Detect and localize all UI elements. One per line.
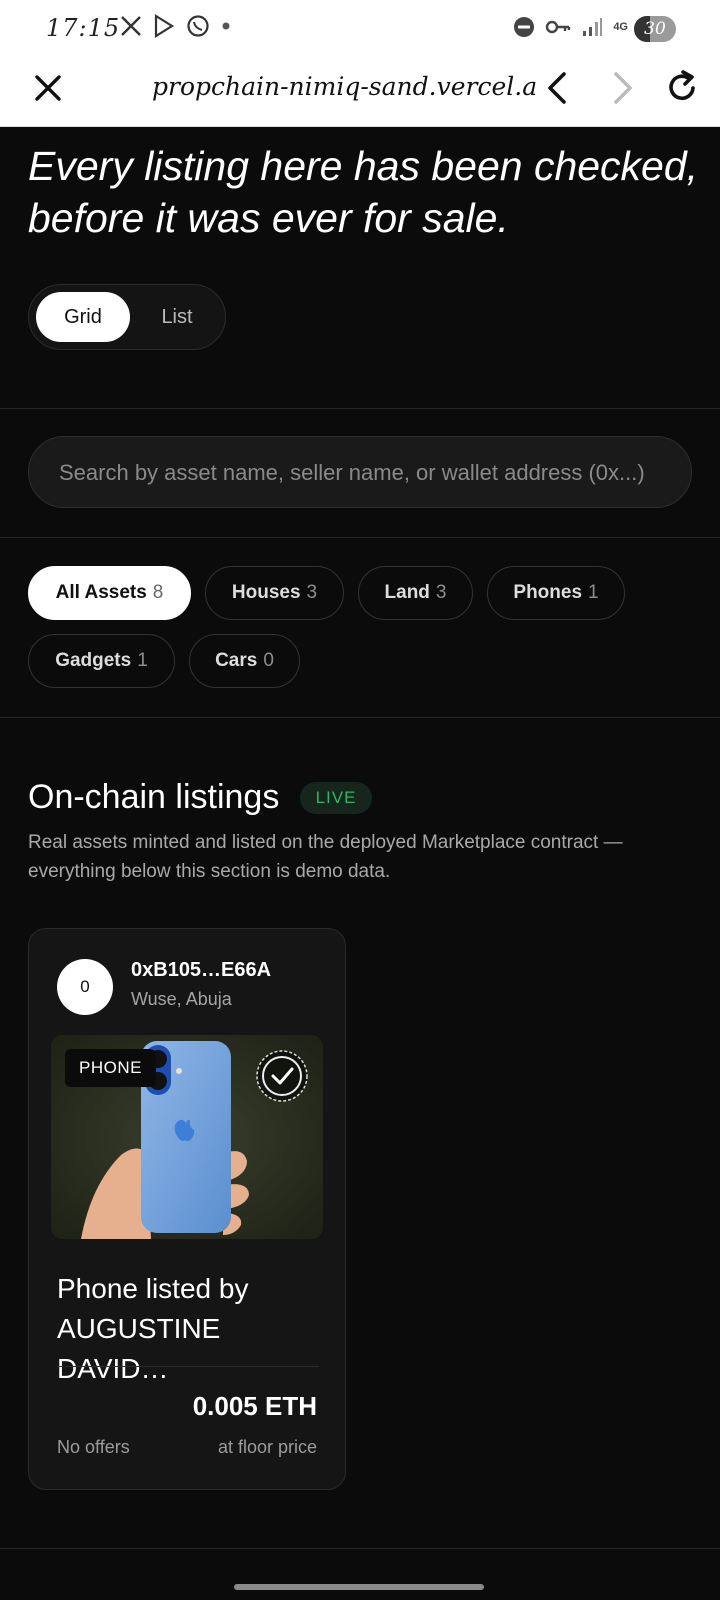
card-divider (57, 1366, 319, 1367)
offers-status: No offers (57, 1437, 130, 1457)
key-icon (546, 20, 571, 34)
listing-card[interactable]: 0 0xB105…E66A Wuse, Abuja PHONE Phone li… (28, 928, 346, 1490)
divider (0, 537, 720, 538)
chip-count: 0 (263, 650, 274, 671)
price-note: at floor price (217, 1437, 317, 1457)
hero-headline: Every listing here has been checked, bef… (28, 143, 699, 241)
reload-icon[interactable] (664, 68, 700, 108)
url-text[interactable]: propchain-nimiq-sand.vercel.app (152, 72, 536, 101)
category-tag: PHONE (65, 1049, 156, 1087)
search-input[interactable] (57, 437, 671, 509)
divider (0, 717, 720, 718)
x-icon (121, 16, 141, 36)
verified-check-icon (256, 1050, 308, 1102)
filter-chip-cars[interactable]: Cars 0 (189, 634, 300, 688)
chip-label: Gadgets (55, 650, 132, 671)
chip-count: 3 (306, 582, 318, 603)
search-box (28, 436, 692, 509)
list-view-button[interactable]: List (137, 292, 217, 342)
filter-chip-all-assets[interactable]: All Assets 8 (28, 566, 191, 620)
signal-icon (583, 18, 603, 36)
filter-chip-phones[interactable]: Phones 1 (487, 566, 625, 620)
home-indicator[interactable] (234, 1584, 484, 1590)
chip-label: Cars (215, 650, 258, 671)
chip-count: 1 (588, 582, 599, 603)
grid-view-button[interactable]: Grid (36, 292, 130, 342)
section-description: Real assets minted and listed on the dep… (28, 832, 623, 882)
chip-count: 3 (435, 582, 447, 603)
whatsapp-icon (187, 15, 209, 37)
chip-label: Houses (231, 582, 301, 603)
battery-indicator: 30 (634, 16, 676, 42)
chip-count: 8 (152, 582, 164, 603)
forward-icon[interactable] (604, 70, 640, 106)
status-bar: 17:15 4G 30 (0, 0, 720, 58)
filter-chip-gadgets[interactable]: Gadgets 1 (28, 634, 175, 688)
filter-chip-houses[interactable]: Houses 3 (205, 566, 344, 620)
close-icon[interactable] (30, 70, 66, 106)
filter-chip-land[interactable]: Land 3 (358, 566, 473, 620)
network-type: 4G (613, 21, 628, 33)
chip-count: 1 (137, 650, 148, 671)
back-icon[interactable] (540, 70, 576, 106)
dnd-icon (514, 17, 535, 37)
divider (0, 1548, 720, 1549)
view-toggle: Grid List (28, 284, 226, 350)
section-title: On-chain listings (28, 778, 280, 816)
chip-label: Phones (513, 582, 583, 603)
live-badge: LIVE (300, 782, 372, 814)
listing-photo: PHONE (51, 1035, 323, 1239)
battery-level: 30 (644, 19, 666, 39)
dot-icon (222, 22, 230, 30)
divider (0, 408, 720, 409)
status-time: 17:15 (46, 14, 121, 42)
play-store-icon (154, 14, 175, 38)
chip-label: Land (384, 582, 430, 603)
browser-toolbar: propchain-nimiq-sand.vercel.app (0, 58, 720, 127)
chip-label: All Assets (55, 582, 147, 603)
seller-address: 0xB105…E66A (131, 959, 272, 981)
seller-location: Wuse, Abuja (131, 989, 232, 1009)
price: 0.005 ETH (192, 1391, 317, 1421)
asset-name[interactable]: Phone listed by AUGUSTINE DAVID… (57, 1269, 319, 1389)
avatar: 0 (57, 959, 113, 1015)
